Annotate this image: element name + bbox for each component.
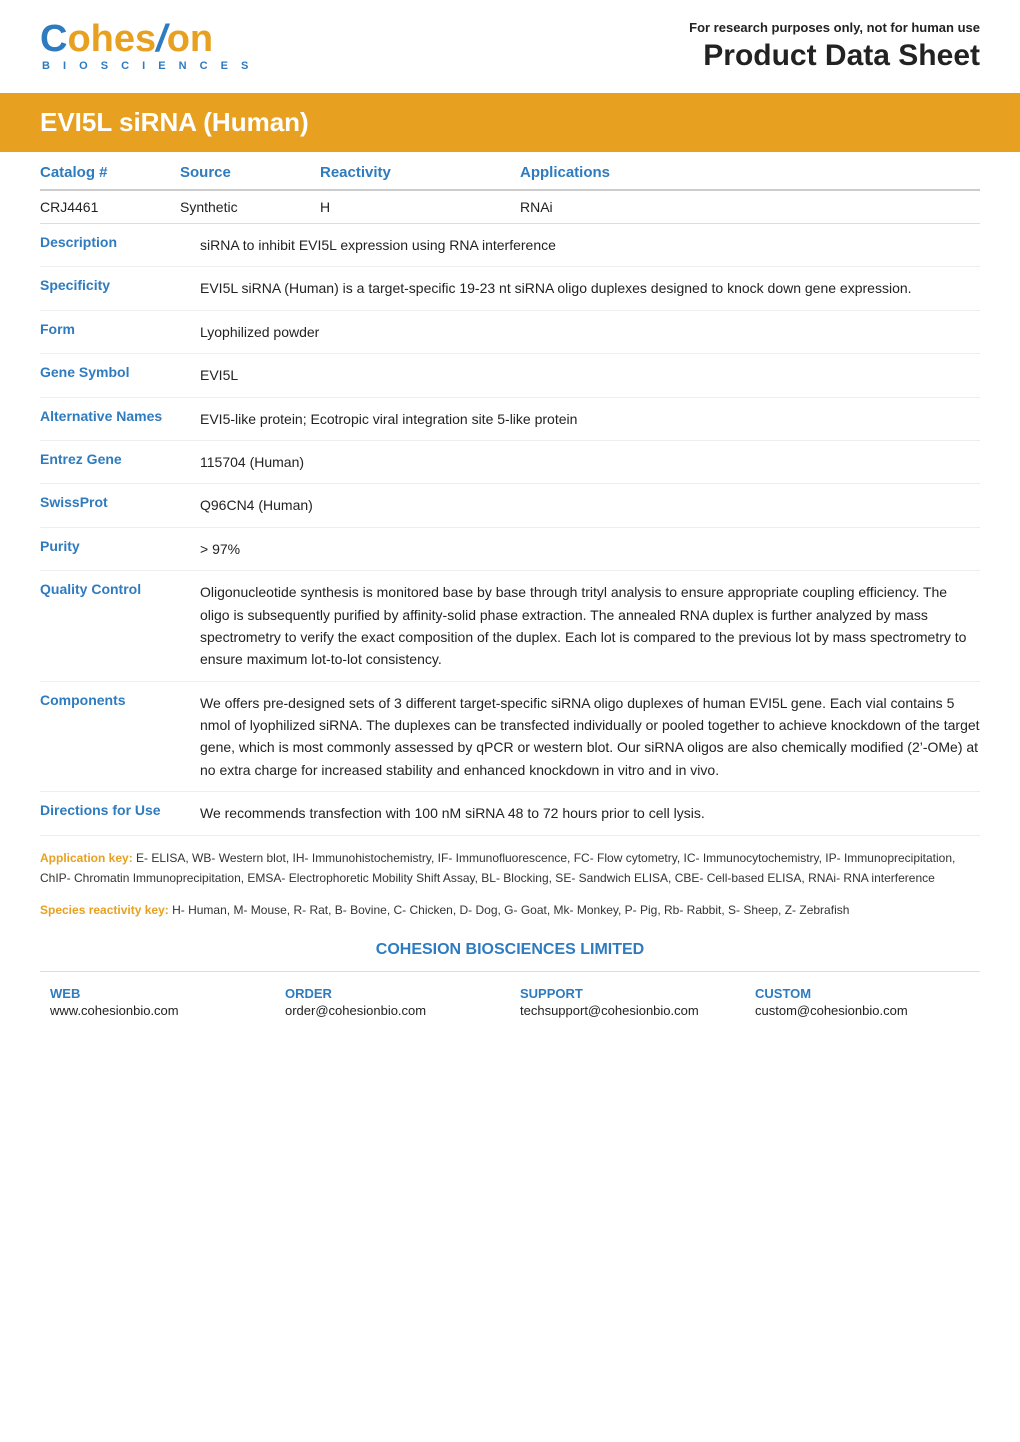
page-header: Cohes/on B I O S C I E N C E S For resea…	[0, 0, 1020, 83]
reactivity-header: Reactivity	[320, 164, 520, 181]
footer-col-custom: CUSTOM custom@cohesionbio.com	[745, 980, 980, 1024]
footer-company-name: COHESION BIOSCIENCES LIMITED	[40, 941, 980, 959]
value-specificity: EVI5L siRNA (Human) is a target-specific…	[200, 277, 980, 299]
value-entrez: 115704 (Human)	[200, 451, 980, 473]
label-components: Components	[40, 692, 200, 708]
info-row-alt-names: Alternative Names EVI5-like protein; Eco…	[40, 398, 980, 441]
footer-custom-label: CUSTOM	[755, 986, 970, 1001]
value-gene-symbol: EVI5L	[200, 364, 980, 386]
footer-support-value[interactable]: techsupport@cohesionbio.com	[520, 1003, 735, 1018]
applications-value: RNAi	[520, 199, 980, 215]
info-row-directions: Directions for Use We recommends transfe…	[40, 792, 980, 835]
label-alt-names: Alternative Names	[40, 408, 200, 424]
info-row-swissprot: SwissProt Q96CN4 (Human)	[40, 484, 980, 527]
application-key-section: Application key: E- ELISA, WB- Western b…	[40, 848, 980, 889]
for-research-text: For research purposes only, not for huma…	[689, 20, 980, 35]
value-swissprot: Q96CN4 (Human)	[200, 494, 980, 516]
value-purity: > 97%	[200, 538, 980, 560]
label-specificity: Specificity	[40, 277, 200, 293]
logo-ohes: ohes	[67, 20, 156, 58]
value-form: Lyophilized powder	[200, 321, 980, 343]
footer-support-label: SUPPORT	[520, 986, 735, 1001]
label-quality-control: Quality Control	[40, 581, 200, 597]
logo-slash-icon: /	[156, 20, 167, 58]
footer-order-value[interactable]: order@cohesionbio.com	[285, 1003, 500, 1018]
info-row-gene-symbol: Gene Symbol EVI5L	[40, 354, 980, 397]
reactivity-value: H	[320, 199, 520, 215]
logo-area: Cohes/on B I O S C I E N C E S	[40, 20, 253, 72]
label-entrez: Entrez Gene	[40, 451, 200, 467]
catalog-header: Catalog #	[40, 164, 180, 181]
footer-web-label: WEB	[50, 986, 265, 1001]
footer-col-web: WEB www.cohesionbio.com	[40, 980, 275, 1024]
value-directions: We recommends transfection with 100 nM s…	[200, 802, 980, 824]
catalog-value: CRJ4461	[40, 199, 180, 215]
logo-c-letter: C	[40, 20, 67, 58]
footer-col-order: ORDER order@cohesionbio.com	[275, 980, 510, 1024]
source-value: Synthetic	[180, 199, 320, 215]
footer-order-label: ORDER	[285, 986, 500, 1001]
product-data-row: CRJ4461 Synthetic H RNAi	[40, 191, 980, 224]
label-form: Form	[40, 321, 200, 337]
info-row-form: Form Lyophilized powder	[40, 311, 980, 354]
column-headers: Catalog # Source Reactivity Applications	[40, 152, 980, 191]
label-purity: Purity	[40, 538, 200, 554]
title-banner: EVI5L siRNA (Human)	[0, 93, 1020, 152]
app-key-text: E- ELISA, WB- Western blot, IH- Immunohi…	[40, 851, 955, 885]
main-content: Catalog # Source Reactivity Applications…	[0, 152, 1020, 1044]
label-directions: Directions for Use	[40, 802, 200, 818]
source-header: Source	[180, 164, 320, 181]
info-row-specificity: Specificity EVI5L siRNA (Human) is a tar…	[40, 267, 980, 310]
footer-links: WEB www.cohesionbio.com ORDER order@cohe…	[40, 971, 980, 1024]
info-row-purity: Purity > 97%	[40, 528, 980, 571]
info-row-entrez: Entrez Gene 115704 (Human)	[40, 441, 980, 484]
species-key-section: Species reactivity key: H- Human, M- Mou…	[40, 900, 980, 920]
info-row-components: Components We offers pre-designed sets o…	[40, 682, 980, 793]
app-key-label: Application key:	[40, 851, 133, 865]
value-quality-control: Oligonucleotide synthesis is monitored b…	[200, 581, 980, 671]
biosciences-label: B I O S C I E N C E S	[42, 60, 253, 72]
label-description: Description	[40, 234, 200, 250]
info-row-description: Description siRNA to inhibit EVI5L expre…	[40, 224, 980, 267]
value-description: siRNA to inhibit EVI5L expression using …	[200, 234, 980, 256]
value-alt-names: EVI5-like protein; Ecotropic viral integ…	[200, 408, 980, 430]
product-data-sheet-title: Product Data Sheet	[689, 39, 980, 73]
product-title: EVI5L siRNA (Human)	[40, 107, 980, 138]
species-key-label: Species reactivity key:	[40, 903, 169, 917]
footer-web-value[interactable]: www.cohesionbio.com	[50, 1003, 265, 1018]
logo: Cohes/on	[40, 20, 213, 58]
footer-custom-value[interactable]: custom@cohesionbio.com	[755, 1003, 970, 1018]
logo-ion: on	[167, 20, 213, 58]
footer-col-support: SUPPORT techsupport@cohesionbio.com	[510, 980, 745, 1024]
value-components: We offers pre-designed sets of 3 differe…	[200, 692, 980, 782]
label-swissprot: SwissProt	[40, 494, 200, 510]
species-key-text: H- Human, M- Mouse, R- Rat, B- Bovine, C…	[172, 903, 849, 917]
applications-header: Applications	[520, 164, 980, 181]
info-row-quality-control: Quality Control Oligonucleotide synthesi…	[40, 571, 980, 682]
label-gene-symbol: Gene Symbol	[40, 364, 200, 380]
header-right: For research purposes only, not for huma…	[689, 20, 980, 73]
